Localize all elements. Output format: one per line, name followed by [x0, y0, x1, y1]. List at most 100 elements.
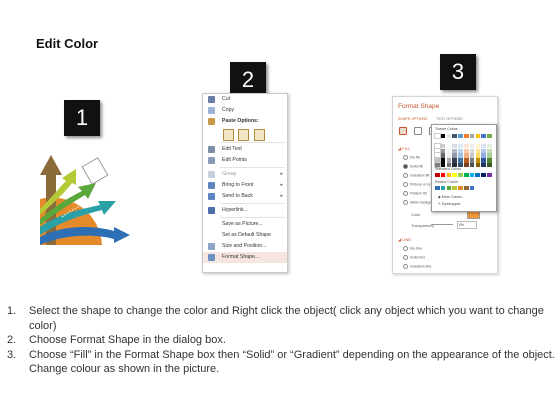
color-swatch[interactable] — [446, 148, 452, 153]
standard-color-strip[interactable] — [435, 173, 493, 178]
color-swatch[interactable] — [435, 186, 440, 191]
transparency-field[interactable]: 0% — [457, 221, 477, 229]
color-swatch[interactable] — [452, 153, 457, 158]
menu-item-edit-points[interactable]: Edit Points — [203, 155, 287, 166]
color-swatch[interactable] — [446, 186, 452, 191]
color-swatch[interactable] — [475, 163, 481, 168]
color-swatch[interactable] — [446, 173, 452, 178]
menu-item-send-to-back[interactable]: Send to Back ▸ — [203, 191, 287, 202]
color-swatch[interactable] — [434, 152, 441, 159]
color-swatch[interactable] — [446, 158, 452, 163]
color-swatch[interactable] — [464, 158, 469, 163]
option-pattern-fill[interactable]: Pattern fill — [403, 191, 427, 196]
color-swatch[interactable] — [458, 153, 463, 158]
color-swatch[interactable] — [469, 148, 475, 153]
menu-item-hyperlink[interactable]: Hyperlink... — [203, 205, 287, 216]
color-swatch[interactable] — [481, 158, 486, 163]
color-swatch[interactable] — [446, 143, 452, 149]
color-swatch[interactable] — [481, 148, 486, 153]
color-swatch[interactable] — [469, 143, 475, 149]
color-swatch[interactable] — [440, 186, 446, 191]
color-swatch[interactable] — [452, 148, 457, 153]
color-swatch[interactable] — [446, 134, 452, 139]
color-swatch[interactable] — [440, 158, 446, 163]
option-solid-fill[interactable]: Solid fill — [403, 164, 423, 169]
color-swatch[interactable] — [464, 143, 469, 149]
color-swatch[interactable] — [458, 158, 463, 163]
color-swatch[interactable] — [463, 173, 469, 178]
tab-text-options[interactable]: TEXT OPTIONS — [436, 117, 462, 121]
paste-keep-formatting-icon[interactable] — [223, 129, 234, 141]
effects-icon[interactable] — [414, 127, 423, 135]
color-swatch[interactable] — [452, 134, 457, 139]
option-solid-line[interactable]: Solid line — [403, 255, 425, 260]
transparency-slider[interactable] — [431, 224, 453, 225]
color-swatch[interactable] — [487, 158, 492, 163]
color-swatch[interactable] — [434, 157, 441, 164]
color-swatch[interactable] — [464, 134, 469, 139]
option-gradient-line[interactable]: Gradient line — [403, 264, 432, 269]
color-swatch[interactable] — [440, 134, 446, 139]
menu-item-edit-text[interactable]: Edit Text — [203, 144, 287, 155]
color-swatch[interactable] — [469, 134, 475, 139]
paste-picture-icon[interactable] — [238, 129, 250, 141]
tab-shape-options[interactable]: SHAPE OPTIONS — [398, 117, 427, 121]
color-swatch[interactable] — [481, 153, 486, 158]
menu-item-save-as-picture[interactable]: Save as Picture... — [203, 219, 287, 230]
color-swatch[interactable] — [458, 143, 463, 149]
color-swatch[interactable] — [452, 158, 457, 163]
menu-item-cut[interactable]: Cut — [203, 94, 287, 105]
color-swatch[interactable] — [487, 153, 492, 158]
paste-text-icon[interactable] — [253, 129, 265, 141]
color-swatch[interactable] — [463, 186, 469, 191]
color-swatch[interactable] — [469, 173, 475, 178]
color-swatch[interactable] — [452, 186, 457, 191]
menu-item-group[interactable]: Group ▸ — [203, 169, 287, 180]
color-swatch[interactable] — [469, 186, 475, 191]
recent-color-strip[interactable] — [435, 186, 493, 191]
theme-color-grid[interactable] — [434, 132, 493, 169]
color-swatch[interactable] — [487, 173, 492, 178]
color-swatch[interactable] — [481, 134, 486, 139]
fill-line-icon[interactable] — [399, 127, 407, 135]
color-swatch[interactable] — [464, 153, 469, 158]
color-swatch[interactable] — [481, 173, 486, 178]
color-swatch[interactable] — [452, 143, 457, 149]
color-swatch[interactable] — [475, 158, 481, 163]
color-swatch[interactable] — [434, 147, 441, 155]
menu-item-size-position[interactable]: Size and Position... — [203, 241, 287, 252]
color-swatch[interactable] — [458, 173, 463, 178]
color-swatch[interactable] — [481, 163, 486, 168]
color-swatch[interactable] — [475, 153, 481, 158]
color-swatch[interactable] — [469, 153, 475, 158]
color-swatch[interactable] — [469, 163, 475, 168]
line-section-header[interactable]: ◢ LINE — [398, 237, 411, 242]
eyedropper-link[interactable]: ✎ Eyedropper — [438, 202, 461, 206]
color-swatch[interactable] — [440, 143, 446, 149]
color-swatch[interactable] — [487, 143, 492, 149]
color-swatch[interactable] — [464, 148, 469, 153]
color-swatch[interactable] — [464, 163, 469, 168]
color-swatch[interactable] — [434, 132, 441, 140]
option-no-line[interactable]: No line — [403, 246, 422, 251]
color-swatch[interactable] — [487, 134, 492, 139]
color-swatch[interactable] — [475, 173, 481, 178]
color-swatch[interactable] — [446, 153, 452, 158]
menu-item-format-shape[interactable]: Format Shape... — [203, 252, 287, 263]
menu-item-copy[interactable]: Copy — [203, 105, 287, 116]
color-swatch[interactable] — [487, 148, 492, 153]
fill-color-button[interactable] — [467, 211, 480, 219]
color-swatch[interactable] — [434, 142, 441, 150]
color-swatch[interactable] — [481, 143, 486, 149]
color-swatch[interactable] — [458, 186, 463, 191]
color-swatch[interactable] — [458, 148, 463, 153]
color-swatch[interactable] — [435, 173, 440, 178]
color-swatch[interactable] — [440, 153, 446, 158]
color-swatch[interactable] — [452, 173, 457, 178]
color-swatch[interactable] — [440, 173, 446, 178]
color-swatch[interactable] — [475, 143, 481, 149]
color-swatch[interactable] — [440, 148, 446, 153]
color-swatch[interactable] — [475, 148, 481, 153]
option-no-fill[interactable]: No fill — [403, 155, 420, 160]
more-colors-link[interactable]: ◆ More Colors... — [438, 195, 464, 199]
